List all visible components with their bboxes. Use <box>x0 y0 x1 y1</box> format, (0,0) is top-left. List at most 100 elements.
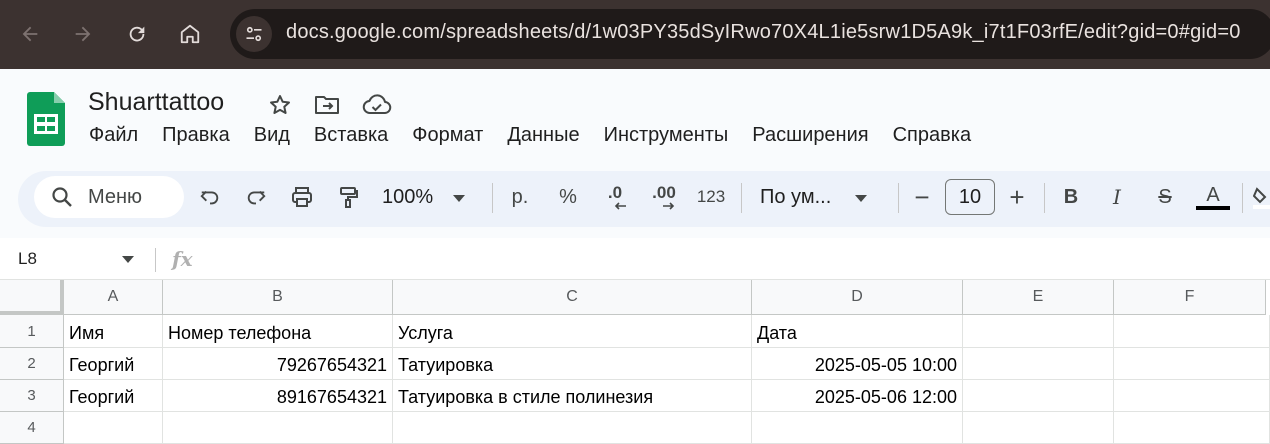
font-family-select[interactable]: По ум... <box>760 179 880 215</box>
toolbar-divider <box>898 183 899 213</box>
select-all-corner[interactable] <box>0 280 64 315</box>
row-header-4[interactable]: 4 <box>0 412 64 444</box>
home-icon[interactable] <box>172 16 208 52</box>
text-color-label: A <box>1206 184 1220 206</box>
menu-tools[interactable]: Инструменты <box>604 124 729 147</box>
font-size-input[interactable]: 10 <box>945 179 995 215</box>
cell-f3[interactable] <box>1114 380 1270 412</box>
cell-b3[interactable]: 89167654321 <box>163 380 393 412</box>
chevron-down-icon <box>855 186 868 209</box>
formula-divider <box>155 248 156 272</box>
url-text[interactable]: docs.google.com/spreadsheets/d/1w03PY35d… <box>286 21 1241 44</box>
chevron-down-icon[interactable] <box>122 251 134 269</box>
cell-e4[interactable] <box>963 412 1114 444</box>
bold-button[interactable]: B <box>1058 179 1084 215</box>
text-color-swatch <box>1196 206 1230 210</box>
cell-f2[interactable] <box>1114 348 1270 380</box>
search-icon <box>50 185 74 214</box>
cell-a3[interactable]: Георгий <box>64 380 163 412</box>
browser-toolbar: docs.google.com/spreadsheets/d/1w03PY35d… <box>0 0 1270 69</box>
cell-f4[interactable] <box>1114 412 1270 444</box>
column-header-a[interactable]: A <box>64 280 163 315</box>
cell-d4[interactable] <box>752 412 963 444</box>
address-bar[interactable]: docs.google.com/spreadsheets/d/1w03PY35d… <box>230 9 1270 59</box>
cell-d3[interactable]: 2025-05-06 12:00 <box>752 380 963 412</box>
fx-icon: fx <box>172 247 193 271</box>
menu-format[interactable]: Формат <box>412 124 483 147</box>
menu-edit[interactable]: Правка <box>162 124 230 147</box>
move-folder-icon[interactable] <box>314 92 340 118</box>
increase-decimal-label: .00 <box>652 183 676 202</box>
strikethrough-button[interactable]: S <box>1152 179 1178 215</box>
column-header-b[interactable]: B <box>163 280 393 315</box>
toolbar-divider <box>741 183 742 213</box>
zoom-value: 100% <box>382 185 434 208</box>
cell-e3[interactable] <box>963 380 1114 412</box>
increase-font-size-button[interactable]: + <box>1006 179 1028 215</box>
redo-icon[interactable] <box>240 179 272 215</box>
undo-icon[interactable] <box>194 179 226 215</box>
menu-search-box[interactable]: Меню <box>34 176 184 218</box>
spreadsheet-grid[interactable]: A B C D E F 1 2 3 4 Имя Номер телефона У… <box>0 280 1270 444</box>
toolbar-divider <box>1242 183 1243 213</box>
menu-view[interactable]: Вид <box>254 124 290 147</box>
currency-format-button[interactable]: р. <box>506 179 534 215</box>
cell-c3[interactable]: Татуировка в стиле полинезия <box>393 380 752 412</box>
cell-c4[interactable] <box>393 412 752 444</box>
chevron-down-icon <box>453 186 466 209</box>
column-header-c[interactable]: C <box>393 280 752 315</box>
menu-file[interactable]: Файл <box>89 124 138 147</box>
site-settings-icon[interactable] <box>236 16 272 52</box>
formula-bar: L8 fx <box>0 238 1270 280</box>
menu-help[interactable]: Справка <box>893 124 971 147</box>
cell-e1[interactable] <box>963 315 1114 348</box>
sheets-logo-icon[interactable] <box>27 92 65 151</box>
decrease-font-size-button[interactable]: − <box>911 179 933 215</box>
cell-f1[interactable] <box>1114 315 1270 348</box>
italic-button[interactable]: I <box>1104 179 1130 215</box>
reload-icon[interactable] <box>119 16 155 52</box>
cell-b2[interactable]: 79267654321 <box>163 348 393 380</box>
app-header: Shuarttattoo Файл Правка Вид Вставка Фор… <box>0 69 1270 170</box>
cell-a1[interactable]: Имя <box>64 315 163 348</box>
cloud-saved-icon[interactable] <box>362 92 392 118</box>
cell-a2[interactable]: Георгий <box>64 348 163 380</box>
toolbar-divider <box>1044 183 1045 213</box>
paint-format-icon[interactable] <box>332 179 364 215</box>
cell-b1[interactable]: Номер телефона <box>163 315 393 348</box>
text-color-button[interactable]: A <box>1196 179 1230 215</box>
menu-insert[interactable]: Вставка <box>314 124 388 147</box>
name-box[interactable]: L8 <box>18 249 37 269</box>
cell-d1[interactable]: Дата <box>752 315 963 348</box>
increase-decimal-button[interactable]: .00 <box>644 179 684 215</box>
menu-bar: Файл Правка Вид Вставка Формат Данные Ин… <box>89 124 995 147</box>
back-icon[interactable] <box>12 16 48 52</box>
row-header-2[interactable]: 2 <box>0 348 64 380</box>
document-title[interactable]: Shuarttattoo <box>88 88 224 117</box>
cell-c2[interactable]: Татуировка <box>393 348 752 380</box>
formatting-toolbar: Меню 100% р. % .0 .00 123 По ум... − 10 … <box>18 171 1270 227</box>
more-formats-button[interactable]: 123 <box>694 179 728 215</box>
percent-format-button[interactable]: % <box>554 179 582 215</box>
menu-extensions[interactable]: Расширения <box>752 124 868 147</box>
fill-color-icon[interactable] <box>1252 179 1270 215</box>
print-icon[interactable] <box>286 179 318 215</box>
row-header-3[interactable]: 3 <box>0 380 64 412</box>
zoom-select[interactable]: 100% <box>382 179 472 215</box>
cell-a4[interactable] <box>64 412 163 444</box>
column-header-e[interactable]: E <box>963 280 1114 315</box>
column-header-f[interactable]: F <box>1114 280 1266 315</box>
menu-search-label: Меню <box>88 186 143 208</box>
column-header-d[interactable]: D <box>752 280 963 315</box>
row-header-1[interactable]: 1 <box>0 315 64 348</box>
cell-d2[interactable]: 2025-05-05 10:00 <box>752 348 963 380</box>
star-icon[interactable] <box>267 92 293 118</box>
decrease-decimal-button[interactable]: .0 <box>598 179 632 215</box>
decrease-decimal-label: .0 <box>607 183 623 202</box>
cell-b4[interactable] <box>163 412 393 444</box>
font-family-value: По ум... <box>760 185 832 208</box>
cell-c1[interactable]: Услуга <box>393 315 752 348</box>
menu-data[interactable]: Данные <box>507 124 579 147</box>
forward-icon[interactable] <box>65 16 101 52</box>
cell-e2[interactable] <box>963 348 1114 380</box>
